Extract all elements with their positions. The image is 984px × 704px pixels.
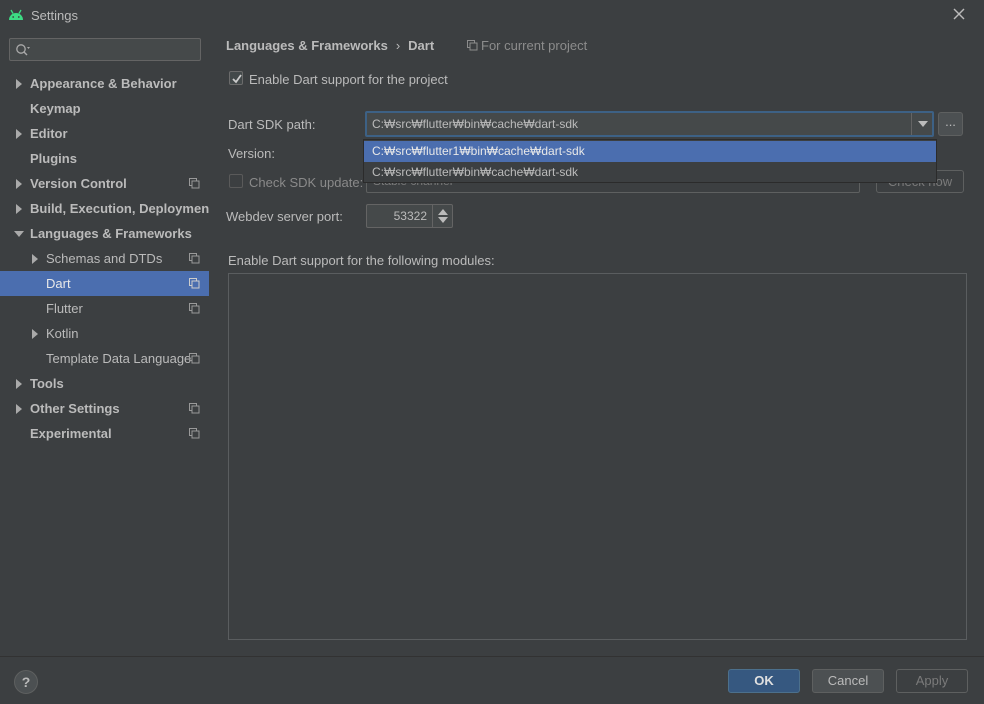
help-button[interactable]: ? xyxy=(14,670,38,694)
settings-content: Languages & Frameworks › Dart For current … xyxy=(209,30,984,656)
sdk-path-dropdown: C:₩src₩flutter1₩bin₩cache₩dart-sdk C:₩sr… xyxy=(363,139,937,183)
breadcrumb-separator-icon: › xyxy=(395,38,401,53)
scope-label: For current project xyxy=(481,38,588,53)
sidebar-item-version-control[interactable]: Version Control xyxy=(0,171,209,196)
sidebar-item-label: Build, Execution, Deployment xyxy=(30,201,214,216)
sidebar-item-label: Schemas and DTDs xyxy=(46,251,163,266)
sidebar-item-editor[interactable]: Editor xyxy=(0,121,209,146)
enable-dart-checkbox[interactable] xyxy=(229,71,243,85)
title-bar: Settings xyxy=(0,0,984,30)
chevron-right-icon[interactable] xyxy=(15,396,25,421)
sidebar-item-plugins[interactable]: Plugins xyxy=(0,146,209,171)
sidebar-item-label: Keymap xyxy=(30,101,81,116)
sdk-path-label: Dart SDK path: xyxy=(228,117,316,132)
checkmark-icon xyxy=(232,74,242,84)
sidebar-item-schemas-dtds[interactable]: Schemas and DTDs xyxy=(0,246,209,271)
chevron-right-icon[interactable] xyxy=(15,171,25,196)
sidebar-item-label: Other Settings xyxy=(30,401,120,416)
sidebar-item-label: Tools xyxy=(30,376,64,391)
sidebar-item-appearance-behavior[interactable]: Appearance & Behavior xyxy=(0,71,209,96)
version-label: Version: xyxy=(228,146,275,161)
sidebar-item-label: Template Data Languages xyxy=(46,351,198,366)
dropdown-arrow-icon[interactable] xyxy=(918,121,928,127)
apply-button[interactable]: Apply xyxy=(896,669,968,693)
android-icon xyxy=(9,9,23,20)
sidebar-item-kotlin[interactable]: Kotlin xyxy=(0,321,209,346)
spinner-down-icon[interactable] xyxy=(438,217,448,223)
project-scope-icon xyxy=(189,278,200,289)
ok-button[interactable]: OK xyxy=(728,669,800,693)
sdk-path-combobox[interactable]: C:₩src₩flutter₩bin₩cache₩dart-sdk xyxy=(365,111,934,137)
scope-note: For current project xyxy=(467,38,587,53)
dropdown-option[interactable]: C:₩src₩flutter1₩bin₩cache₩dart-sdk xyxy=(364,141,936,162)
settings-search[interactable] xyxy=(9,38,201,61)
breadcrumb: Languages & Frameworks › Dart xyxy=(226,38,434,53)
chevron-right-icon[interactable] xyxy=(31,246,41,271)
project-scope-icon xyxy=(189,428,200,439)
breadcrumb-item: Dart xyxy=(408,38,435,53)
chevron-right-icon[interactable] xyxy=(15,121,25,146)
sidebar-item-label: Languages & Frameworks xyxy=(30,226,192,241)
sdk-path-value: C:₩src₩flutter₩bin₩cache₩dart-sdk xyxy=(372,117,579,131)
chevron-right-icon[interactable] xyxy=(31,321,41,346)
sidebar-item-label: Editor xyxy=(30,126,68,141)
breadcrumb-item: Languages & Frameworks xyxy=(226,38,388,53)
close-icon[interactable] xyxy=(950,5,968,23)
sidebar-item-experimental[interactable]: Experimental xyxy=(0,421,209,446)
window-title: Settings xyxy=(31,8,78,23)
sidebar-item-dart[interactable]: Dart xyxy=(0,271,209,296)
sidebar-item-other-settings[interactable]: Other Settings xyxy=(0,396,209,421)
enable-dart-label: Enable Dart support for the project xyxy=(249,72,448,87)
sidebar-item-label: Appearance & Behavior xyxy=(30,76,177,91)
sidebar-item-label: Kotlin xyxy=(46,326,79,341)
combo-divider xyxy=(911,113,912,135)
spinner-arrows[interactable] xyxy=(432,205,452,227)
sidebar-item-template-data-languages[interactable]: Template Data Languages xyxy=(0,346,209,371)
sidebar-item-label: Experimental xyxy=(30,426,112,441)
chevron-down-icon[interactable] xyxy=(14,221,24,246)
check-sdk-update-checkbox[interactable] xyxy=(229,174,243,188)
webdev-port-spinner[interactable] xyxy=(366,204,453,228)
project-scope-icon xyxy=(189,353,200,364)
webdev-port-label: Webdev server port: xyxy=(226,209,343,224)
sidebar-item-label: Version Control xyxy=(30,176,127,191)
sidebar-item-label: Plugins xyxy=(30,151,77,166)
project-scope-icon xyxy=(189,403,200,414)
sidebar-item-build-execution-deployment[interactable]: Build, Execution, Deployment xyxy=(0,196,213,221)
sidebar-item-flutter[interactable]: Flutter xyxy=(0,296,209,321)
modules-label: Enable Dart support for the following mo… xyxy=(228,253,495,268)
modules-list[interactable] xyxy=(228,273,967,640)
chevron-right-icon[interactable] xyxy=(15,371,25,396)
search-input[interactable] xyxy=(34,41,194,58)
dialog-footer: ? OK Cancel Apply xyxy=(0,656,984,704)
project-scope-icon xyxy=(189,253,200,264)
project-scope-icon xyxy=(467,40,478,51)
settings-sidebar: Appearance & Behavior Keymap Editor Plug… xyxy=(0,30,213,656)
check-sdk-update-label: Check SDK update: xyxy=(249,175,364,190)
search-icon xyxy=(16,44,30,56)
webdev-port-input[interactable] xyxy=(371,208,427,224)
project-scope-icon xyxy=(189,303,200,314)
project-scope-icon xyxy=(189,178,200,189)
sidebar-item-languages-frameworks[interactable]: Languages & Frameworks xyxy=(0,221,209,246)
browse-sdk-button[interactable]: ... xyxy=(938,112,963,136)
sidebar-item-keymap[interactable]: Keymap xyxy=(0,96,209,121)
chevron-right-icon[interactable] xyxy=(15,196,25,221)
cancel-button[interactable]: Cancel xyxy=(812,669,884,693)
dropdown-option[interactable]: C:₩src₩flutter₩bin₩cache₩dart-sdk xyxy=(364,162,936,183)
sidebar-item-label: Flutter xyxy=(46,301,83,316)
spinner-up-icon[interactable] xyxy=(438,209,448,215)
sidebar-item-tools[interactable]: Tools xyxy=(0,371,209,396)
chevron-right-icon[interactable] xyxy=(15,71,25,96)
sidebar-item-label: Dart xyxy=(46,276,71,291)
